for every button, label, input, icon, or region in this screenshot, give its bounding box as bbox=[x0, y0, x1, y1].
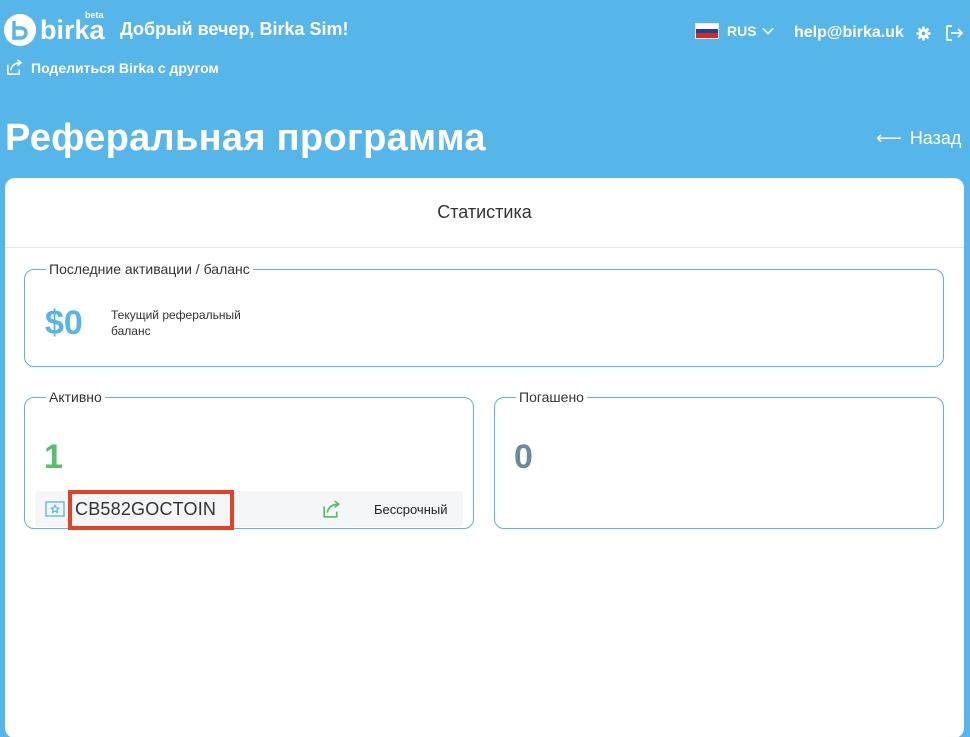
logo[interactable]: birka beta bbox=[4, 10, 105, 46]
balance-amount: $0 bbox=[45, 304, 83, 342]
gear-icon[interactable] bbox=[916, 26, 931, 41]
greeting: Добрый вечер, Birka Sim! bbox=[120, 19, 349, 39]
share-friend-link[interactable]: Поделиться Birka с другом bbox=[5, 58, 219, 77]
statistics-heading: Статистика bbox=[5, 178, 964, 248]
statistics-card: Статистика Последние активации / баланс … bbox=[5, 178, 964, 737]
redeemed-count: 0 bbox=[514, 438, 533, 476]
back-label: Назад bbox=[909, 128, 962, 148]
share-code-icon[interactable] bbox=[321, 499, 342, 520]
redeemed-box: Погашено 0 bbox=[494, 389, 944, 529]
active-count: 1 bbox=[44, 438, 63, 476]
logo-icon bbox=[4, 14, 36, 46]
language-label: RUS bbox=[727, 23, 757, 39]
active-legend: Активно bbox=[49, 389, 102, 405]
share-icon bbox=[7, 59, 22, 75]
balance-legend: Последние активации / баланс bbox=[49, 261, 250, 277]
redeemed-legend: Погашено bbox=[519, 389, 584, 405]
logo-beta-badge: beta bbox=[85, 10, 104, 20]
referral-code-row: CB582GOCTOIN Бессрочный bbox=[35, 490, 463, 530]
user-email: help@birka.uk bbox=[794, 24, 904, 41]
balance-box: Последние активации / баланс $0 Текущий … bbox=[24, 261, 944, 367]
russia-flag-icon bbox=[695, 23, 719, 39]
balance-label: Текущий реферальный баланс bbox=[111, 308, 241, 338]
code-validity: Бессрочный bbox=[374, 502, 448, 517]
back-button[interactable]: ⟵ Назад bbox=[876, 128, 961, 149]
language-selector[interactable]: RUS bbox=[695, 23, 774, 39]
chevron-down-icon bbox=[761, 27, 774, 35]
page-title: Реферальная программа bbox=[5, 117, 486, 159]
arrow-left-icon: ⟵ bbox=[876, 128, 902, 148]
top-bar: birka beta Добрый вечер, Birka Sim! Поде… bbox=[0, 0, 970, 100]
active-box: Активно 1 CB582GOCTOIN Бессрочный bbox=[24, 389, 474, 530]
logout-icon[interactable] bbox=[945, 24, 964, 42]
code-highlight-box bbox=[68, 490, 234, 530]
coupon-icon bbox=[45, 501, 65, 517]
share-friend-label: Поделиться Birka с другом bbox=[31, 59, 219, 76]
